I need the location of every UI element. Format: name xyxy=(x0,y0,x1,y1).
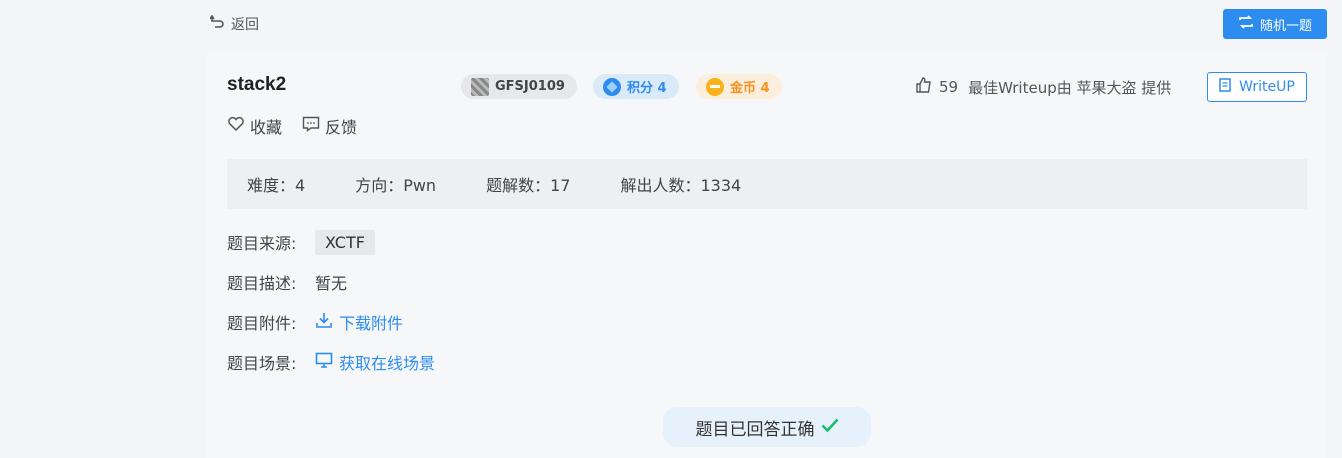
score-badge: 积分 4 xyxy=(593,74,679,99)
description-label: 题目描述: xyxy=(227,274,297,293)
likes-area: 59 最佳Writeup由 苹果大盗 提供 xyxy=(915,76,1171,98)
coin-value: 金币 4 xyxy=(730,81,770,96)
coin-icon xyxy=(706,77,724,96)
download-attachment-link[interactable]: 下载附件 xyxy=(315,310,403,334)
challenge-card: stack2 GFSJ0109 积分 4 金币 4 59 最佳Writeup由 … xyxy=(207,52,1327,458)
solved-status-text: 题目已回答正确 xyxy=(695,419,815,440)
score-icon xyxy=(603,77,621,96)
description-value: 暂无 xyxy=(315,274,348,293)
download-attachment-label: 下载附件 xyxy=(339,314,404,333)
difficulty-stat: 难度：4 xyxy=(247,176,306,195)
back-button[interactable]: 返回 xyxy=(209,14,259,34)
direction-stat: 方向：Pwn xyxy=(355,176,437,195)
writeup-button-label: WriteUP xyxy=(1239,79,1295,95)
favorite-label: 收藏 xyxy=(250,118,283,137)
writeup-button[interactable]: WriteUP xyxy=(1207,72,1307,102)
favorite-button[interactable]: 收藏 xyxy=(227,114,282,138)
checkmark-icon xyxy=(821,417,839,438)
stats-bar: 难度：4 方向：Pwn 题解数：17 解出人数：1334 xyxy=(227,159,1307,209)
coin-badge: 金币 4 xyxy=(696,74,782,99)
attachment-label: 题目附件: xyxy=(227,314,297,333)
document-icon xyxy=(1219,78,1231,96)
back-label: 返回 xyxy=(231,17,259,33)
thumbs-up-icon[interactable] xyxy=(915,76,933,98)
back-icon xyxy=(209,14,224,33)
feedback-icon xyxy=(302,116,320,136)
scene-label: 题目场景: xyxy=(227,354,297,373)
description-row: 题目描述: 暂无 xyxy=(227,268,347,296)
solve-count-stat: 题解数：17 xyxy=(486,176,571,195)
monitor-icon xyxy=(315,352,333,372)
challenge-title: stack2 xyxy=(227,74,287,95)
online-scene-label: 获取在线场景 xyxy=(339,354,436,373)
heart-icon xyxy=(227,116,245,136)
score-value: 积分 4 xyxy=(627,81,667,96)
likes-count: 59 xyxy=(939,78,959,96)
writeup-credit: 最佳Writeup由 苹果大盗 提供 xyxy=(968,78,1172,97)
scene-row: 题目场景: 获取在线场景 xyxy=(227,348,435,376)
challenge-id: GFSJ0109 xyxy=(495,79,565,94)
source-row: 题目来源: XCTF xyxy=(227,228,375,256)
download-icon xyxy=(315,311,333,333)
challenge-id-badge: GFSJ0109 xyxy=(461,74,577,99)
online-scene-link[interactable]: 获取在线场景 xyxy=(315,350,435,374)
id-icon xyxy=(471,77,489,96)
source-tag: XCTF xyxy=(315,229,375,255)
solver-count-stat: 解出人数：1334 xyxy=(620,176,742,195)
feedback-label: 反馈 xyxy=(325,118,358,137)
feedback-button[interactable]: 反馈 xyxy=(302,114,357,138)
source-label: 题目来源: xyxy=(227,234,297,253)
solved-status-badge: 题目已回答正确 xyxy=(663,407,871,447)
random-challenge-button[interactable]: 随机一题 xyxy=(1223,9,1327,39)
top-bar: 返回 随机一题 xyxy=(0,0,1342,50)
random-challenge-label: 随机一题 xyxy=(1259,18,1312,34)
attachment-row: 题目附件: 下载附件 xyxy=(227,308,403,336)
shuffle-icon xyxy=(1238,14,1254,34)
action-bar: 收藏 反馈 xyxy=(227,114,357,138)
